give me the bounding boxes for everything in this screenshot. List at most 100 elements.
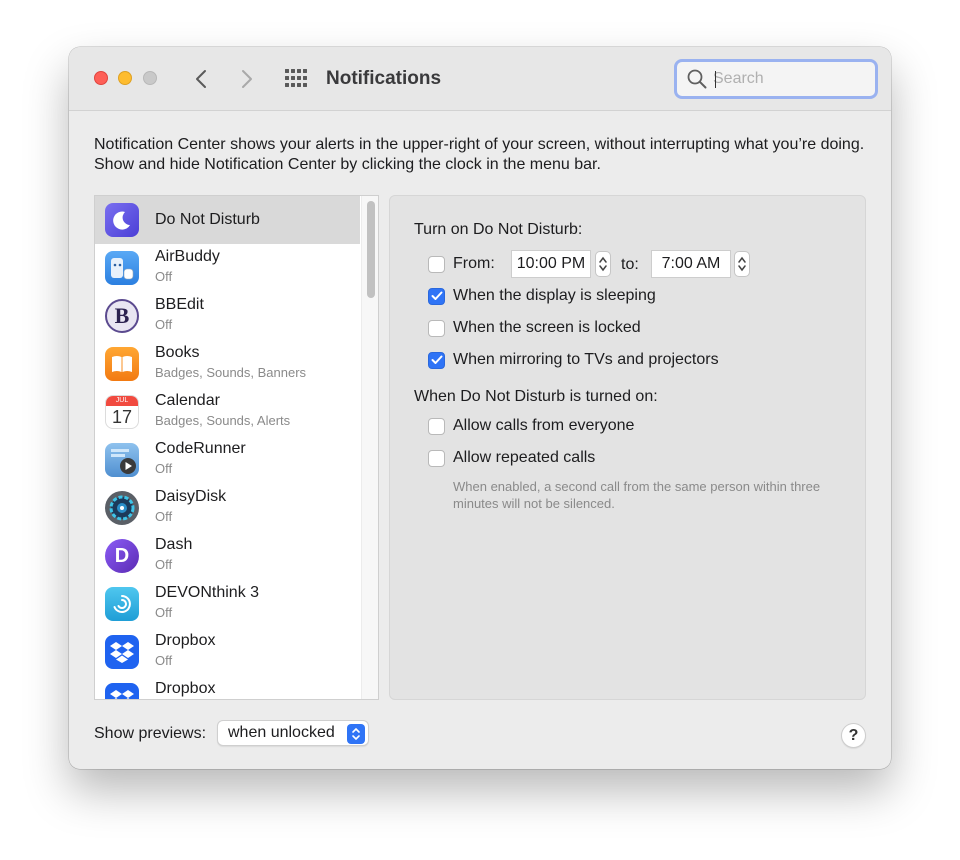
app-name: BBEdit [155, 296, 204, 313]
to-time-stepper[interactable] [734, 251, 750, 277]
mirroring-row[interactable]: When mirroring to TVs and projectors [428, 349, 719, 371]
app-name: DaisyDisk [155, 488, 227, 505]
calendar-month: JUL [106, 396, 138, 406]
app-status: Off [155, 317, 173, 332]
text-caret [715, 71, 716, 88]
screen-locked-label: When the screen is locked [453, 319, 641, 336]
close-button[interactable] [94, 71, 108, 85]
turned-on-heading: When Do Not Disturb is turned on: [414, 388, 658, 405]
system-preferences-window: Notifications Notification Center shows … [69, 47, 891, 769]
allow-everyone-checkbox[interactable] [428, 417, 445, 435]
app-name: Books [155, 344, 200, 361]
repeated-calls-help-text: When enabled, a second call from the sam… [453, 479, 821, 511]
app-status: Off [155, 509, 173, 524]
scrollbar[interactable] [361, 196, 378, 699]
allow-repeated-checkbox[interactable] [428, 449, 445, 467]
list-item[interactable]: AirBuddy Off [95, 244, 360, 292]
dash-icon: D [105, 539, 139, 573]
list-item[interactable]: Dropbox [95, 676, 360, 699]
app-name: Calendar [155, 392, 220, 409]
from-label: From: [453, 255, 495, 272]
app-status: Off [155, 605, 173, 620]
screen-locked-row[interactable]: When the screen is locked [428, 317, 641, 339]
screen-locked-checkbox[interactable] [428, 319, 445, 337]
moon-icon [105, 203, 139, 237]
mirroring-label: When mirroring to TVs and projectors [453, 351, 719, 368]
show-previews-label: Show previews: [94, 725, 207, 742]
allow-repeated-label: Allow repeated calls [453, 449, 596, 466]
chevron-left-icon [196, 70, 206, 88]
checkmark-icon [431, 355, 442, 364]
help-button[interactable]: ? [841, 723, 866, 748]
app-name: CodeRunner [155, 440, 246, 457]
dropbox-icon [105, 635, 139, 669]
search-icon [687, 69, 707, 89]
window-title: Notifications [326, 68, 442, 89]
list-item[interactable]: Dropbox Off [95, 628, 360, 676]
books-icon [105, 347, 139, 381]
display-sleeping-label: When the display is sleeping [453, 287, 656, 304]
allow-everyone-row[interactable]: Allow calls from everyone [428, 415, 634, 437]
app-name: Dash [155, 536, 193, 553]
intro-description: Notification Center shows your alerts in… [94, 136, 865, 173]
airbuddy-icon [105, 251, 139, 285]
dropbox-icon [105, 683, 139, 699]
dnd-settings-panel: Turn on Do Not Disturb: From: 10:00 PM t… [389, 195, 866, 700]
scrollbar-thumb[interactable] [367, 201, 375, 298]
from-time-field[interactable]: 10:00 PM [511, 250, 591, 278]
bbedit-icon: B [105, 299, 139, 333]
display-sleeping-row[interactable]: When the display is sleeping [428, 285, 656, 307]
search-input[interactable] [713, 70, 863, 88]
app-status: Badges, Sounds, Banners [155, 365, 307, 380]
list-item[interactable]: JUL 17 Calendar Badges, Sounds, Alerts [95, 388, 360, 436]
app-name: DEVONthink 3 [155, 584, 260, 601]
checkmark-icon [431, 291, 442, 300]
turn-on-heading: Turn on Do Not Disturb: [414, 221, 583, 238]
app-name: Dropbox [155, 632, 216, 649]
mirroring-checkbox[interactable] [428, 351, 445, 369]
allow-repeated-row[interactable]: Allow repeated calls [428, 447, 595, 469]
list-item[interactable]: DEVONthink 3 Off [95, 580, 360, 628]
popup-arrows-icon [347, 724, 365, 744]
app-status: Off [155, 461, 173, 476]
app-list[interactable]: Do Not Disturb AirBuddy Off B BBEdit Off… [94, 195, 379, 700]
list-item[interactable]: CodeRunner Off [95, 436, 360, 484]
list-item[interactable]: Books Badges, Sounds, Banners [95, 340, 360, 388]
list-item[interactable]: Do Not Disturb [95, 196, 360, 244]
back-button[interactable] [189, 67, 213, 91]
app-status: Off [155, 653, 173, 668]
app-name: AirBuddy [155, 248, 220, 265]
to-time-field[interactable]: 7:00 AM [651, 250, 731, 278]
calendar-day: 17 [111, 407, 133, 427]
forward-button[interactable] [235, 67, 259, 91]
schedule-checkbox[interactable] [428, 255, 445, 273]
stepper-arrows-icon [599, 256, 607, 272]
calendar-icon: JUL 17 [105, 395, 139, 429]
chevron-right-icon [242, 70, 252, 88]
app-status: Off [155, 269, 173, 284]
coderunner-icon [105, 443, 139, 477]
minimize-button[interactable] [118, 71, 132, 85]
show-previews-popup[interactable]: when unlocked [217, 720, 369, 746]
app-status: Off [155, 557, 173, 572]
grid-icon [285, 69, 307, 87]
list-item[interactable]: DaisyDisk Off [95, 484, 360, 532]
to-label: to: [621, 256, 639, 273]
toolbar: Notifications [69, 47, 891, 111]
from-time-stepper[interactable] [595, 251, 611, 277]
search-field[interactable] [674, 59, 878, 99]
app-status: Badges, Sounds, Alerts [155, 413, 291, 428]
stepper-arrows-icon [738, 256, 746, 272]
list-item[interactable]: B BBEdit Off [95, 292, 360, 340]
daisydisk-icon [105, 491, 139, 525]
display-sleeping-checkbox[interactable] [428, 287, 445, 305]
allow-everyone-label: Allow calls from everyone [453, 417, 635, 434]
show-previews-value: when unlocked [228, 724, 335, 741]
show-all-button[interactable] [285, 69, 307, 87]
app-name: Do Not Disturb [155, 211, 260, 228]
schedule-checkbox-row[interactable]: From: [428, 253, 495, 275]
zoom-button [143, 71, 157, 85]
app-name: Dropbox [155, 680, 216, 697]
devonthink-icon [105, 587, 139, 621]
list-item[interactable]: D Dash Off [95, 532, 360, 580]
